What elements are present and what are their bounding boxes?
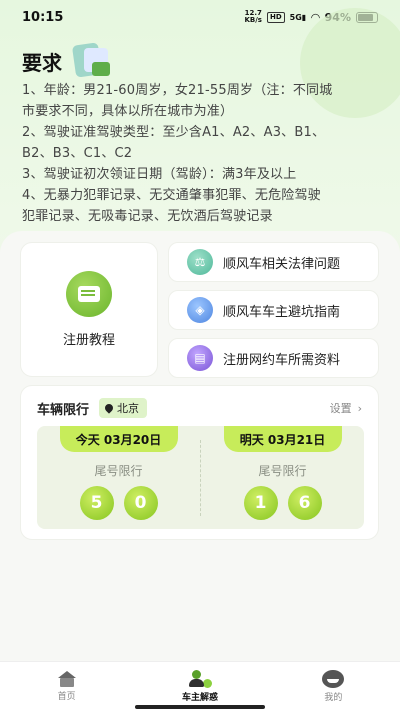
scale-icon: ⚖ [187, 249, 213, 275]
requirement-line: 2、驾驶证准驾驶类型：至少含A1、A2、A3、B1、 [22, 125, 326, 140]
tab-profile[interactable]: 我的 [267, 662, 400, 711]
home-indicator[interactable] [135, 705, 265, 709]
requirement-line: 1、年龄：男21-60周岁，女21-55周岁（注：不同城 [22, 83, 333, 98]
requirements-list: 1、年龄：男21-60周岁，女21-55周岁（注：不同城 市要求不同，具体以所在… [22, 80, 384, 227]
tail-number-label: 尾号限行 [258, 464, 307, 478]
link-label: 顺风车相关法律问题 [223, 256, 341, 272]
day-tag: 明天 03月21日 [223, 426, 342, 452]
tab-label: 车主解惑 [181, 693, 218, 703]
link-label: 顺风车车主避坑指南 [223, 304, 341, 320]
registration-tutorial-card[interactable]: 注册教程 [20, 242, 158, 377]
requirements-section: 要求 1、年龄：男21-60周岁，女21-55周岁（注：不同城 市要求不同，具体… [22, 42, 384, 227]
requirements-header: 要求 [22, 42, 384, 80]
settings-label: 设置 [329, 402, 352, 415]
tab-owner-qa[interactable]: 车主解惑 [133, 662, 266, 711]
compass-icon: ◈ [187, 297, 213, 323]
link-ride-share-law[interactable]: ⚖ 顺风车相关法律问题 [168, 242, 379, 282]
link-registration-docs[interactable]: ▤ 注册网约车所需资料 [168, 338, 379, 378]
tab-home[interactable]: 首页 [0, 662, 133, 711]
requirement-line: B2、B3、C1、C2 [22, 146, 133, 161]
restriction-title: 车辆限行 [37, 402, 90, 418]
tab-label: 首页 [57, 692, 76, 702]
vehicle-restriction-card: 车辆限行 北京 设置 › 今天 03月20日 尾号限行 5 0 明天 03月21… [20, 385, 379, 540]
restricted-digits: 5 0 [37, 486, 200, 520]
requirement-line: 犯罪记录、无吸毒记录、无饮酒后驾驶记录 [22, 209, 273, 224]
link-owner-guide[interactable]: ◈ 顺风车车主避坑指南 [168, 290, 379, 330]
link-label: 注册网约车所需资料 [223, 352, 341, 368]
restriction-today: 今天 03月20日 尾号限行 5 0 [37, 426, 200, 529]
network-type: 5G [289, 12, 302, 22]
day-tag: 今天 03月20日 [59, 426, 178, 452]
restricted-digit: 6 [287, 486, 322, 520]
clipboard-illustration-icon [70, 42, 114, 80]
restricted-digits: 1 6 [201, 486, 364, 520]
city-selector[interactable]: 北京 [99, 398, 148, 418]
document-icon: ▤ [187, 345, 213, 371]
tab-label: 我的 [324, 693, 343, 703]
bottom-tab-bar: 首页 车主解惑 我的 [0, 661, 400, 711]
status-time: 10:15 [22, 9, 64, 25]
home-icon [56, 671, 78, 687]
restricted-digit: 0 [123, 486, 158, 520]
restricted-digit: 1 [243, 486, 278, 520]
city-name: 北京 [117, 402, 140, 415]
restriction-tomorrow: 明天 03月21日 尾号限行 1 6 [201, 426, 364, 529]
restricted-digit: 5 [79, 486, 114, 520]
requirement-line: 3、驾驶证初次领证日期（驾龄）：满3年及以上 [22, 167, 297, 182]
requirement-line: 市要求不同，具体以所在城市为准） [22, 104, 234, 119]
requirement-line: 4、无暴力犯罪记录、无交通肇事犯罪、无危险驾驶 [22, 188, 321, 203]
hd-icon: HD [266, 11, 285, 23]
chevron-right-icon: › [357, 401, 362, 415]
signal-icon: 5G▮ [289, 12, 307, 22]
restriction-header: 车辆限行 北京 [37, 398, 148, 418]
requirements-title: 要求 [22, 50, 62, 75]
speed-unit: KB/s [244, 16, 262, 24]
book-icon [66, 271, 112, 317]
profile-icon [322, 670, 345, 688]
network-speed: 12.7 KB/s [244, 10, 261, 24]
owner-qa-icon [188, 670, 212, 688]
location-pin-icon [103, 402, 115, 414]
tail-number-label: 尾号限行 [94, 464, 143, 478]
tutorial-label: 注册教程 [62, 333, 115, 348]
restriction-days: 今天 03月20日 尾号限行 5 0 明天 03月21日 尾号限行 1 6 [37, 426, 364, 529]
restriction-settings-button[interactable]: 设置 › [330, 400, 362, 416]
